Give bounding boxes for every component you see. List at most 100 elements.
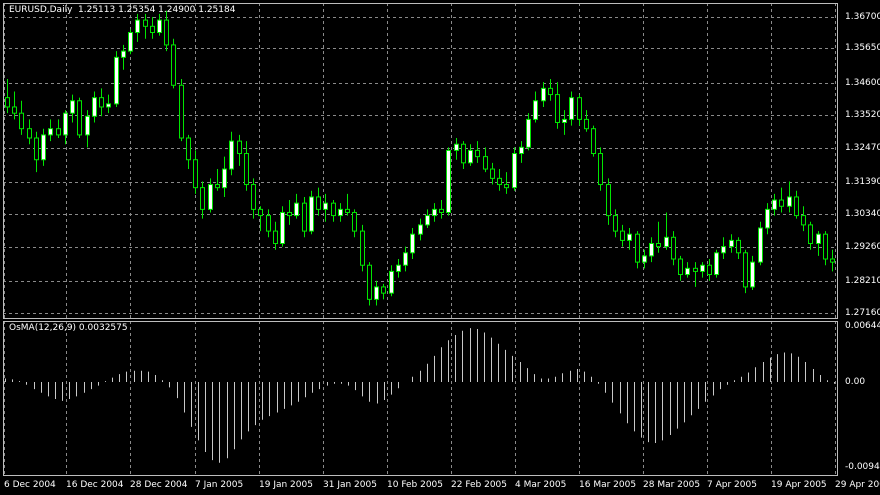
candle-body [367, 264, 372, 300]
date-tick: 29 Apr 2005 [835, 480, 880, 490]
candle-body [352, 211, 357, 232]
candle-body [143, 19, 148, 27]
candle-body [374, 286, 379, 300]
candle-body [121, 50, 126, 58]
candle-body [27, 128, 32, 139]
candle-body [273, 230, 278, 244]
candle-body [128, 32, 133, 52]
candle-body [193, 159, 198, 189]
candle-body [584, 118, 589, 130]
candle-body [555, 94, 560, 123]
candle-body [685, 267, 690, 276]
candle-body [381, 286, 386, 294]
candle-body [548, 87, 553, 96]
date-tick: 10 Feb 2005 [387, 480, 444, 490]
osma-tick: 0.006442 [845, 321, 880, 331]
candle-body [338, 208, 343, 217]
candle-body [92, 97, 97, 117]
price-tick: 1.35650 [845, 43, 880, 53]
candle-body [743, 252, 748, 288]
candle-body [801, 215, 806, 226]
price-tick: 1.33520 [845, 110, 880, 120]
date-tick: 19 Apr 2005 [771, 480, 827, 490]
candle-body [200, 187, 205, 210]
price-tick: 1.32470 [845, 143, 880, 153]
candle-body [765, 208, 770, 229]
candle-body [468, 149, 473, 164]
candle-body [396, 264, 401, 272]
candle-body [620, 230, 625, 241]
date-tick: 4 Mar 2005 [515, 480, 567, 490]
candle-body [302, 202, 307, 232]
candle-body [41, 134, 46, 161]
candle-body [251, 184, 256, 210]
candle-body [830, 258, 835, 263]
candle-body [439, 208, 444, 213]
candle-body [446, 149, 451, 213]
candle-body [229, 140, 234, 170]
price-tick: 1.28210 [845, 276, 880, 286]
candle-body [613, 215, 618, 232]
candle-body [215, 184, 220, 189]
date-tick: 7 Apr 2005 [707, 480, 757, 490]
candle-body [700, 264, 705, 272]
candle-body [294, 202, 299, 217]
candle-body [808, 224, 813, 244]
candle-body [779, 199, 784, 207]
candle-body [504, 184, 509, 189]
candle-body [475, 149, 480, 158]
candle-body [750, 261, 755, 288]
price-tick: 1.29260 [845, 242, 880, 252]
candle-body [497, 177, 502, 186]
candle-body [360, 230, 365, 266]
trading-chart[interactable] [0, 0, 880, 495]
candle-body [12, 106, 17, 114]
candle-body [5, 97, 10, 108]
candle-body [794, 196, 799, 217]
candle-body [323, 202, 328, 210]
candle-body [823, 233, 828, 260]
candle-body [287, 211, 292, 217]
candle-body [179, 84, 184, 139]
candle-body [671, 236, 676, 260]
date-tick: 28 Mar 2005 [643, 480, 701, 490]
candle-body [816, 233, 821, 244]
date-tick: 7 Jan 2005 [195, 480, 244, 490]
candle-body [389, 270, 394, 294]
candle-body [772, 199, 777, 210]
date-tick: 6 Dec 2004 [4, 480, 56, 490]
candle-body [483, 156, 488, 170]
osma-title: OsMA(12,26,9) 0.0032575 [9, 323, 128, 333]
price-tick: 1.27160 [845, 308, 880, 318]
candle-body [461, 143, 466, 164]
candle-body [258, 208, 263, 217]
candle-body [34, 137, 39, 161]
candle-body [106, 103, 111, 108]
candle-body [309, 196, 314, 232]
candle-body [787, 196, 792, 207]
candle-body [693, 267, 698, 272]
candle-body [432, 208, 437, 217]
date-tick: 19 Jan 2005 [259, 480, 313, 490]
candle-body [591, 128, 596, 155]
price-tick: 1.34600 [845, 78, 880, 88]
candle-body [77, 100, 82, 136]
candle-body [63, 112, 68, 136]
candle-body [519, 146, 524, 155]
date-tick: 22 Feb 2005 [451, 480, 508, 490]
candle-body [664, 236, 669, 248]
candle-body [721, 246, 726, 254]
candle-body [186, 137, 191, 161]
candle-body [266, 215, 271, 232]
candle-body [635, 233, 640, 263]
candle-body [114, 56, 119, 105]
date-tick: 28 Dec 2004 [130, 480, 188, 490]
candle-body [208, 184, 213, 210]
date-tick: 16 Dec 2004 [66, 480, 124, 490]
candle-body [150, 25, 155, 34]
candle-body [569, 97, 574, 120]
candle-body [758, 227, 763, 263]
candle-body [135, 19, 140, 34]
candle-body [627, 233, 632, 241]
candle-body [56, 128, 61, 136]
